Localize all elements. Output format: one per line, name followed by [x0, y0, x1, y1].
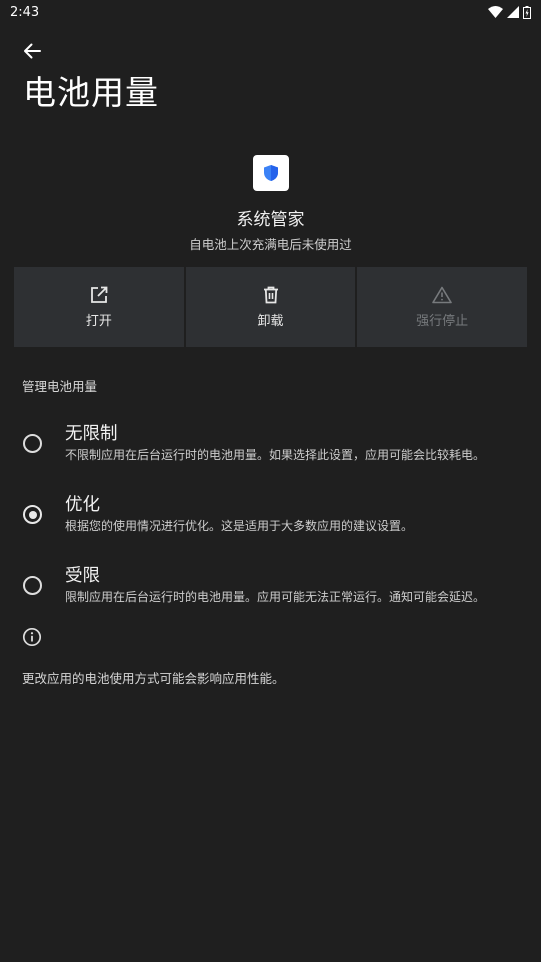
- info-icon: [22, 627, 42, 647]
- app-name: 系统管家: [236, 210, 305, 230]
- open-external-icon: [90, 286, 108, 303]
- radio-optimized[interactable]: [23, 505, 42, 524]
- section-title: 管理电池用量: [22, 379, 98, 394]
- uninstall-button[interactable]: 卸载: [185, 267, 356, 347]
- option-optimized[interactable]: 优化 根据您的使用情况进行优化。这是适用于大多数应用的建议设置。: [0, 487, 541, 547]
- app-icon: [252, 155, 289, 191]
- option-title: 受限: [65, 566, 100, 586]
- page-title: 电池用量: [23, 73, 159, 112]
- status-time: 2:43: [10, 4, 40, 20]
- radio-restricted[interactable]: [23, 576, 42, 595]
- open-button-label: 打开: [85, 313, 112, 329]
- option-restricted[interactable]: 受限 限制应用在后台运行时的电池用量。应用可能无法正常运行。通知可能会延迟。: [0, 558, 541, 618]
- force-stop-button-label: 强行停止: [416, 313, 469, 329]
- arrow-left-icon: [24, 43, 41, 59]
- status-icons: [488, 5, 531, 19]
- signal-icon: [507, 6, 519, 18]
- option-description: 限制应用在后台运行时的电池用量。应用可能无法正常运行。通知可能会延迟。: [65, 590, 486, 604]
- wifi-icon: [488, 6, 503, 18]
- back-button[interactable]: [18, 37, 46, 65]
- footer-note: 更改应用的电池使用方式可能会影响应用性能。: [22, 671, 285, 686]
- option-description: 不限制应用在后台运行时的电池用量。如果选择此设置，应用可能会比较耗电。: [65, 448, 486, 462]
- app-actions: 打开 卸载 强行停止: [14, 267, 528, 347]
- app-header: 系统管家 自电池上次充满电后未使用过: [0, 150, 541, 253]
- open-button[interactable]: 打开: [14, 267, 184, 347]
- uninstall-button-label: 卸载: [257, 313, 284, 329]
- option-unrestricted[interactable]: 无限制 不限制应用在后台运行时的电池用量。如果选择此设置，应用可能会比较耗电。: [0, 416, 541, 476]
- shield-icon: [263, 165, 278, 181]
- radio-unrestricted[interactable]: [23, 434, 42, 453]
- battery-icon: [523, 5, 531, 19]
- warning-icon: [432, 286, 452, 303]
- option-description: 根据您的使用情况进行优化。这是适用于大多数应用的建议设置。: [65, 519, 414, 533]
- option-title: 优化: [65, 495, 100, 515]
- trash-icon: [263, 286, 278, 303]
- option-title: 无限制: [65, 424, 118, 444]
- status-bar: 2:43: [0, 0, 541, 24]
- force-stop-button[interactable]: 强行停止: [357, 267, 528, 347]
- app-usage-subtitle: 自电池上次充满电后未使用过: [189, 237, 352, 252]
